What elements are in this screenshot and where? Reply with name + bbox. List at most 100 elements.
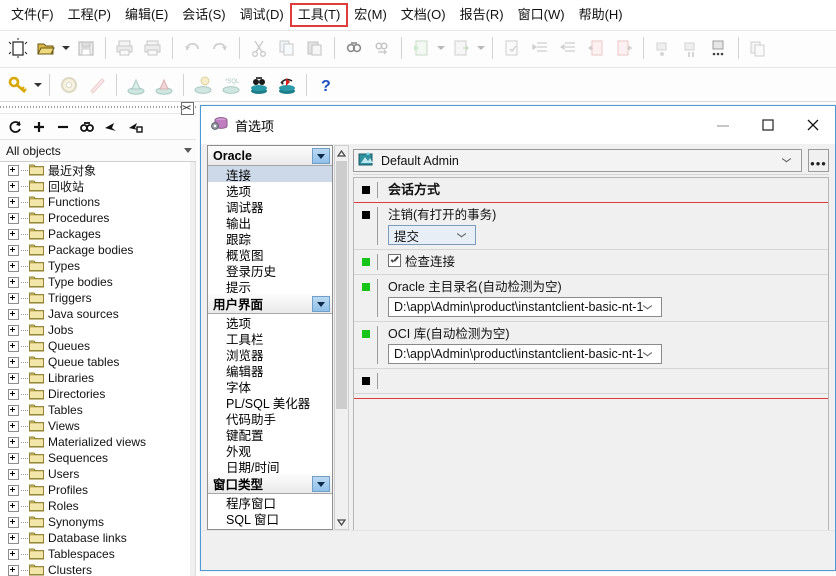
connection-profile-combo[interactable]: Default Admin (353, 149, 802, 172)
jump-to-icon[interactable] (100, 117, 122, 137)
tree-item[interactable]: 最近对象 (0, 162, 195, 178)
open-dropdown-caret[interactable] (60, 35, 72, 61)
run-dots-icon[interactable] (705, 34, 733, 62)
find-next-icon[interactable] (368, 34, 396, 62)
tree-scrollbar[interactable] (190, 162, 195, 576)
expand-icon[interactable] (8, 372, 19, 384)
expand-icon[interactable] (8, 532, 19, 544)
print-preview-icon[interactable] (111, 34, 139, 62)
undo-icon[interactable] (178, 34, 206, 62)
expand-icon[interactable] (8, 260, 19, 272)
lock-icon[interactable] (124, 117, 146, 137)
import-icon[interactable] (122, 71, 150, 99)
tree-item[interactable]: Jobs (0, 322, 195, 338)
menu-document[interactable]: 文档(O) (394, 4, 453, 26)
expand-icon[interactable] (8, 516, 19, 528)
expand-icon[interactable] (8, 388, 19, 400)
explain-plan-icon[interactable] (447, 34, 475, 62)
session-info-icon[interactable] (189, 71, 217, 99)
pause-icon[interactable] (677, 34, 705, 62)
collapse-icon[interactable] (312, 296, 330, 312)
new-object-icon[interactable] (4, 34, 32, 62)
menu-debug[interactable]: 调试(D) (233, 4, 291, 26)
expand-icon[interactable] (8, 196, 19, 208)
outdent-icon[interactable] (554, 34, 582, 62)
category-header[interactable]: 窗口类型 (208, 474, 332, 494)
menu-edit[interactable]: 编辑(E) (118, 4, 175, 26)
expand-icon[interactable] (8, 420, 19, 432)
category-header[interactable]: Oracle (208, 146, 332, 166)
collapse-icon[interactable] (312, 148, 330, 164)
scrollbar-thumb[interactable] (336, 161, 347, 409)
dialog-title-bar[interactable]: 首选项 (201, 106, 835, 144)
explain-caret[interactable] (475, 35, 487, 61)
collapse-icon[interactable] (312, 476, 330, 492)
uncomment-icon[interactable] (610, 34, 638, 62)
close-button[interactable] (790, 106, 835, 144)
export-icon[interactable] (150, 71, 178, 99)
expand-icon[interactable] (8, 468, 19, 480)
setting-combo[interactable]: D:\app\Admin\product\instantclient-basic… (388, 297, 662, 317)
scroll-down-arrow[interactable] (335, 515, 348, 529)
tree-item[interactable]: Type bodies (0, 274, 195, 290)
comment-icon[interactable] (582, 34, 610, 62)
close-icon[interactable] (181, 102, 194, 115)
tree-item[interactable]: Roles (0, 498, 195, 514)
category-scrollbar[interactable] (334, 145, 349, 530)
tree-item[interactable]: Functions (0, 194, 195, 210)
sql-session-icon[interactable]: *SQL (217, 71, 245, 99)
tree-item[interactable]: Directories (0, 386, 195, 402)
execute-caret[interactable] (435, 35, 447, 61)
object-filter-combo[interactable]: All objects (0, 140, 196, 162)
print-icon[interactable] (139, 34, 167, 62)
expand-icon[interactable] (8, 164, 19, 176)
expand-icon[interactable] (8, 548, 19, 560)
tree-item[interactable]: Queues (0, 338, 195, 354)
expand-icon[interactable] (8, 356, 19, 368)
pencil-icon[interactable] (83, 71, 111, 99)
tree-item[interactable]: Tablespaces (0, 546, 195, 562)
tree-item[interactable]: Materialized views (0, 434, 195, 450)
expand-icon[interactable] (8, 244, 19, 256)
expand-icon[interactable] (8, 212, 19, 224)
expand-icon[interactable] (8, 404, 19, 416)
redo-icon[interactable] (206, 34, 234, 62)
save-icon[interactable] (72, 34, 100, 62)
key-caret[interactable] (32, 72, 44, 98)
tree-item[interactable]: Packages (0, 226, 195, 242)
menu-macro[interactable]: 宏(M) (347, 4, 394, 26)
tree-item[interactable]: Profiles (0, 482, 195, 498)
scroll-up-arrow[interactable] (335, 146, 348, 160)
help-question-icon[interactable]: ? (312, 71, 340, 99)
find-icon[interactable] (76, 117, 98, 137)
maximize-button[interactable] (745, 106, 790, 144)
tree-item[interactable]: Types (0, 258, 195, 274)
refresh-icon[interactable] (4, 117, 26, 137)
expand-icon[interactable] (8, 292, 19, 304)
find-icon[interactable] (340, 34, 368, 62)
remove-icon[interactable] (52, 117, 74, 137)
browse-profiles-button[interactable]: ••• (808, 149, 829, 172)
setting-combo[interactable]: D:\app\Admin\product\instantclient-basic… (388, 344, 662, 364)
key-icon[interactable] (4, 71, 32, 99)
tree-item[interactable]: Synonyms (0, 514, 195, 530)
tree-item[interactable]: Package bodies (0, 242, 195, 258)
compile-icon[interactable] (498, 34, 526, 62)
open-folder-icon[interactable] (32, 34, 60, 62)
category-item[interactable]: 日期/时间 (208, 458, 332, 475)
expand-icon[interactable] (8, 500, 19, 512)
menu-project[interactable]: 工程(P) (61, 4, 118, 26)
setting-combo[interactable]: 提交 (388, 225, 476, 245)
tree-item[interactable]: Users (0, 466, 195, 482)
checkbox-icon[interactable] (388, 254, 401, 267)
tree-item[interactable]: Views (0, 418, 195, 434)
cut-icon[interactable] (245, 34, 273, 62)
expand-icon[interactable] (8, 564, 19, 576)
tree-item[interactable]: Tables (0, 402, 195, 418)
category-header[interactable]: 用户界面 (208, 294, 332, 314)
add-icon[interactable] (28, 117, 50, 137)
menu-session[interactable]: 会话(S) (175, 4, 232, 26)
expand-icon[interactable] (8, 484, 19, 496)
tree-item[interactable]: 回收站 (0, 178, 195, 194)
expand-icon[interactable] (8, 228, 19, 240)
